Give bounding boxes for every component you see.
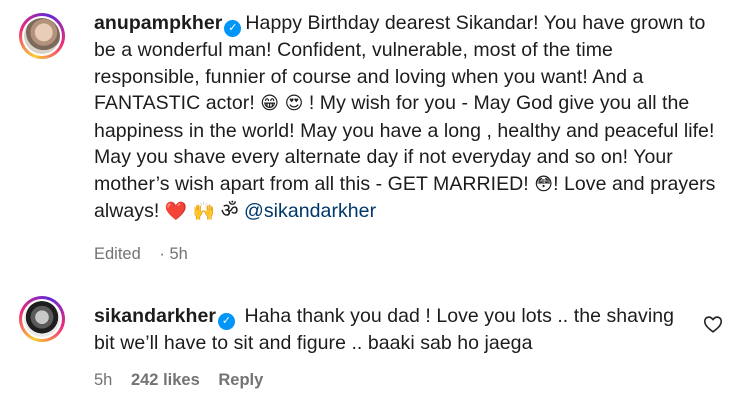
flushed-emoji: 😳 — [534, 173, 554, 195]
om-symbol: ॐ — [220, 200, 239, 222]
heart-outline-icon[interactable] — [702, 313, 724, 335]
verified-badge-icon: ✓ — [224, 20, 242, 37]
comment-body: sikandarkher ✓ Haha thank you dad ! Love … — [94, 303, 694, 357]
avatar-anupampkher[interactable] — [19, 13, 65, 59]
raised-hands-emoji: 🙌 — [192, 201, 216, 222]
comment-username[interactable]: sikandarkher — [94, 305, 216, 327]
comment-meta: 5h 242 likes Reply — [94, 371, 277, 390]
avatar-sikandarkher[interactable] — [19, 296, 65, 342]
comment-time: 5h — [94, 371, 113, 389]
reply-button[interactable]: Reply — [218, 371, 263, 389]
heart-eyes-emoji: 😍 — [284, 93, 304, 114]
edited-label: Edited · 5h — [94, 245, 188, 263]
comment-meta: Edited · 5h — [94, 245, 216, 264]
verified-badge-icon: ✓ — [218, 313, 235, 330]
red-heart-emoji: ❤️ — [164, 201, 188, 222]
mention-link[interactable]: @sikandarkher — [244, 200, 376, 222]
comment-username[interactable]: anupampkher — [94, 12, 222, 34]
grin-emoji: 😁 — [260, 93, 280, 114]
comment-body: anupampkher ✓ Happy Birthday dearest Sikan… — [94, 10, 722, 226]
likes-count[interactable]: 242 likes — [131, 371, 200, 389]
